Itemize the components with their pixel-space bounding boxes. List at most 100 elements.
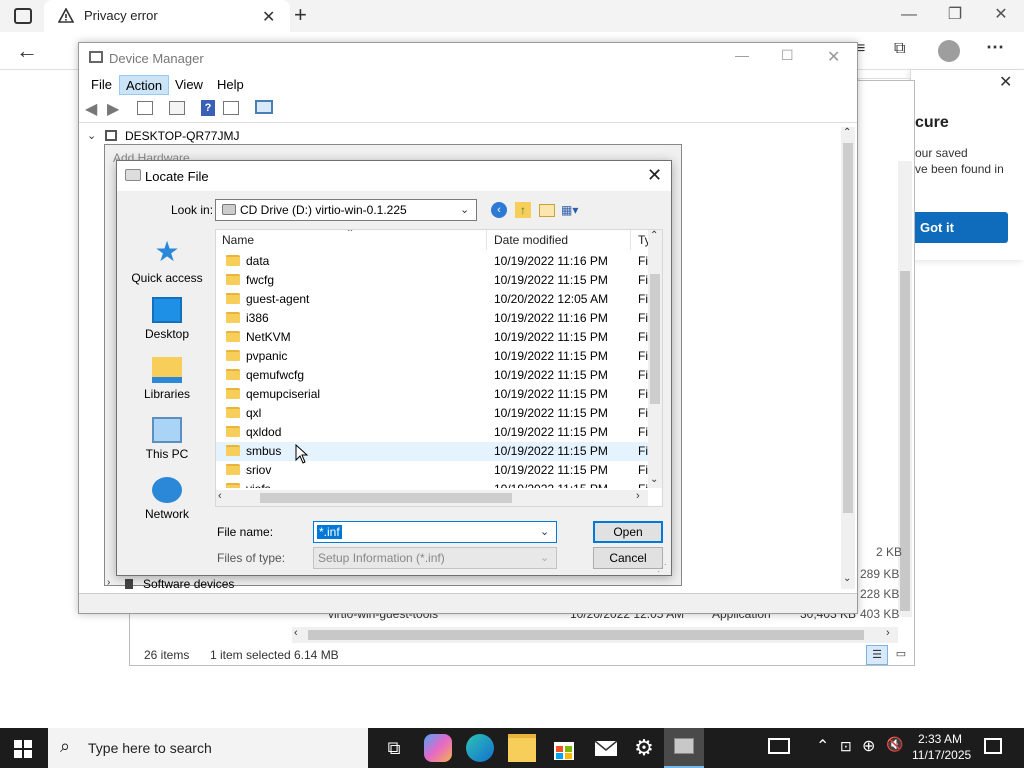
details-view-icon[interactable]: ☰ [866, 645, 888, 665]
close-tab-icon[interactable]: ✕ [262, 7, 275, 27]
scroll-thumb[interactable] [900, 271, 910, 611]
mail-icon[interactable] [592, 734, 620, 762]
column-header-date[interactable]: Date modified [494, 230, 568, 250]
tree-root[interactable]: DESKTOP-QR77JMJ [125, 129, 239, 143]
place-libraries[interactable]: Libraries [125, 357, 209, 401]
file-name-input[interactable]: *.inf ⌄ [313, 521, 557, 543]
tree-scrollbar[interactable]: ⌃ ⌄ [841, 127, 855, 589]
show-hidden-icons-chevron-up-icon[interactable]: ⌃ [816, 736, 829, 756]
monitor-icon[interactable] [255, 100, 273, 114]
back-icon[interactable]: ‹ [491, 202, 507, 218]
files-of-type-dropdown[interactable]: Setup Information (*.inf) ⌄ [313, 547, 557, 569]
properties-icon[interactable] [137, 101, 153, 115]
tree-software-devices[interactable]: Software devices [143, 577, 234, 591]
maximize-button[interactable]: ☐ [781, 47, 794, 64]
network-tray-icon[interactable]: ⊡ [840, 738, 852, 755]
got-it-button[interactable]: Got it [912, 212, 1008, 243]
menu-file[interactable]: File [85, 75, 118, 95]
scroll-down-icon[interactable]: ⌄ [650, 474, 658, 485]
copilot-icon[interactable] [424, 734, 452, 762]
windows-start-icon[interactable] [14, 740, 32, 758]
back-arrow-icon[interactable]: ← [16, 38, 38, 64]
chevron-down-icon[interactable]: ⌄ [540, 525, 549, 538]
extensions-icon[interactable]: ⧉ [894, 40, 905, 58]
close-dialog-icon[interactable]: ✕ [647, 165, 662, 186]
scroll-thumb[interactable] [843, 143, 853, 513]
scroll-thumb[interactable] [308, 630, 864, 640]
restore-browser-button[interactable]: ❐ [932, 0, 978, 32]
close-button[interactable]: ✕ [827, 47, 840, 67]
vertical-scrollbar[interactable]: ⌃ ⌄ [648, 230, 662, 488]
close-popup-icon[interactable]: ✕ [999, 72, 1012, 92]
scroll-up-icon[interactable]: ⌃ [650, 230, 658, 241]
device-manager-taskbar-icon[interactable] [664, 728, 704, 768]
file-row[interactable]: viofs 10/19/2022 11:15 PM Fil [216, 480, 648, 488]
keyboard-icon[interactable] [768, 738, 790, 754]
file-row[interactable]: qxl 10/19/2022 11:15 PM Fil [216, 404, 648, 423]
clock-time[interactable]: 2:33 AM [918, 732, 962, 746]
place-network[interactable]: Network [125, 477, 209, 521]
tree-expand-icon[interactable]: › [107, 577, 110, 588]
minimize-browser-button[interactable]: — [886, 0, 932, 32]
clock-date[interactable]: 11/17/2025 [912, 748, 971, 762]
new-folder-icon[interactable] [539, 204, 555, 217]
file-row[interactable]: fwcfg 10/19/2022 11:15 PM Fil [216, 271, 648, 290]
new-tab-button[interactable]: + [294, 2, 307, 28]
scroll-down-icon[interactable]: ⌄ [843, 573, 851, 584]
language-globe-icon[interactable]: ⊕ [862, 736, 875, 756]
horizontal-scrollbar[interactable]: ‹ › [216, 490, 648, 506]
task-view-icon[interactable]: ⧉ [380, 734, 408, 762]
more-options-icon[interactable]: ⋯ [986, 37, 1004, 58]
notifications-icon[interactable] [984, 738, 1002, 754]
scroll-left-icon[interactable]: ‹ [218, 490, 222, 502]
scroll-thumb[interactable] [260, 493, 512, 503]
look-in-dropdown[interactable]: CD Drive (D:) virtio-win-0.1.225 ⌄ [215, 199, 477, 221]
help-icon[interactable]: ? [201, 100, 215, 116]
scroll-left-icon[interactable]: ‹ [294, 627, 298, 639]
file-row[interactable]: qxldod 10/19/2022 11:15 PM Fil [216, 423, 648, 442]
menu-view[interactable]: View [169, 75, 209, 95]
minimize-button[interactable]: — [735, 47, 749, 63]
device-view-icon[interactable] [223, 101, 239, 115]
settings-gear-icon[interactable]: ⚙ [630, 734, 658, 762]
menu-action[interactable]: Action [119, 75, 170, 95]
place-this-pc[interactable]: This PC [125, 417, 209, 461]
close-browser-button[interactable]: ✕ [978, 0, 1024, 32]
forward-icon[interactable]: ▶ [107, 99, 119, 119]
file-row[interactable]: qemufwcfg 10/19/2022 11:15 PM Fil [216, 366, 648, 385]
scroll-thumb[interactable] [650, 274, 660, 404]
file-row[interactable]: guest-agent 10/20/2022 12:05 AM Fil [216, 290, 648, 309]
file-row[interactable]: smbus 10/19/2022 11:15 PM Fil [216, 442, 648, 461]
up-folder-icon[interactable]: ↑ [515, 202, 531, 218]
scroll-up-icon[interactable]: ⌃ [843, 127, 851, 138]
file-row[interactable]: pvpanic 10/19/2022 11:15 PM Fil [216, 347, 648, 366]
file-row[interactable]: sriov 10/19/2022 11:15 PM Fil [216, 461, 648, 480]
column-divider[interactable] [630, 230, 631, 250]
back-icon[interactable]: ◀ [85, 99, 97, 119]
profile-avatar[interactable] [938, 40, 960, 62]
browser-tab-privacy-error[interactable]: Privacy error ✕ [44, 0, 290, 32]
large-icons-view-icon[interactable]: ▭ [890, 645, 912, 665]
file-row[interactable]: NetKVM 10/19/2022 11:15 PM Fil [216, 328, 648, 347]
view-menu-icon[interactable]: ▦▾ [561, 203, 585, 217]
list-view-icon[interactable] [169, 101, 185, 115]
file-row[interactable]: data 10/19/2022 11:16 PM Fil [216, 252, 648, 271]
edge-browser-icon[interactable] [466, 734, 494, 762]
horizontal-scrollbar[interactable]: ‹ › [292, 627, 898, 643]
microsoft-store-icon[interactable] [550, 734, 578, 762]
file-row[interactable]: qemupciserial 10/19/2022 11:15 PM Fil [216, 385, 648, 404]
resize-grip-icon[interactable]: ⋰ [657, 563, 667, 574]
scroll-right-icon[interactable]: › [636, 490, 640, 502]
file-row[interactable]: i386 10/19/2022 11:16 PM Fil [216, 309, 648, 328]
cancel-button[interactable]: Cancel [593, 547, 663, 569]
scroll-right-icon[interactable]: › [886, 627, 890, 639]
volume-muted-icon[interactable]: 🔇 [886, 736, 903, 753]
menu-help[interactable]: Help [211, 75, 250, 95]
column-divider[interactable] [486, 230, 487, 250]
place-quick-access[interactable]: ★ Quick access [125, 237, 209, 286]
column-header-name[interactable]: Name [222, 230, 254, 250]
file-explorer-icon[interactable] [508, 734, 536, 762]
taskbar-search-box[interactable]: ⌕ Type here to search [48, 728, 368, 768]
tab-actions-icon[interactable] [14, 8, 32, 24]
place-desktop[interactable]: Desktop [125, 297, 209, 341]
